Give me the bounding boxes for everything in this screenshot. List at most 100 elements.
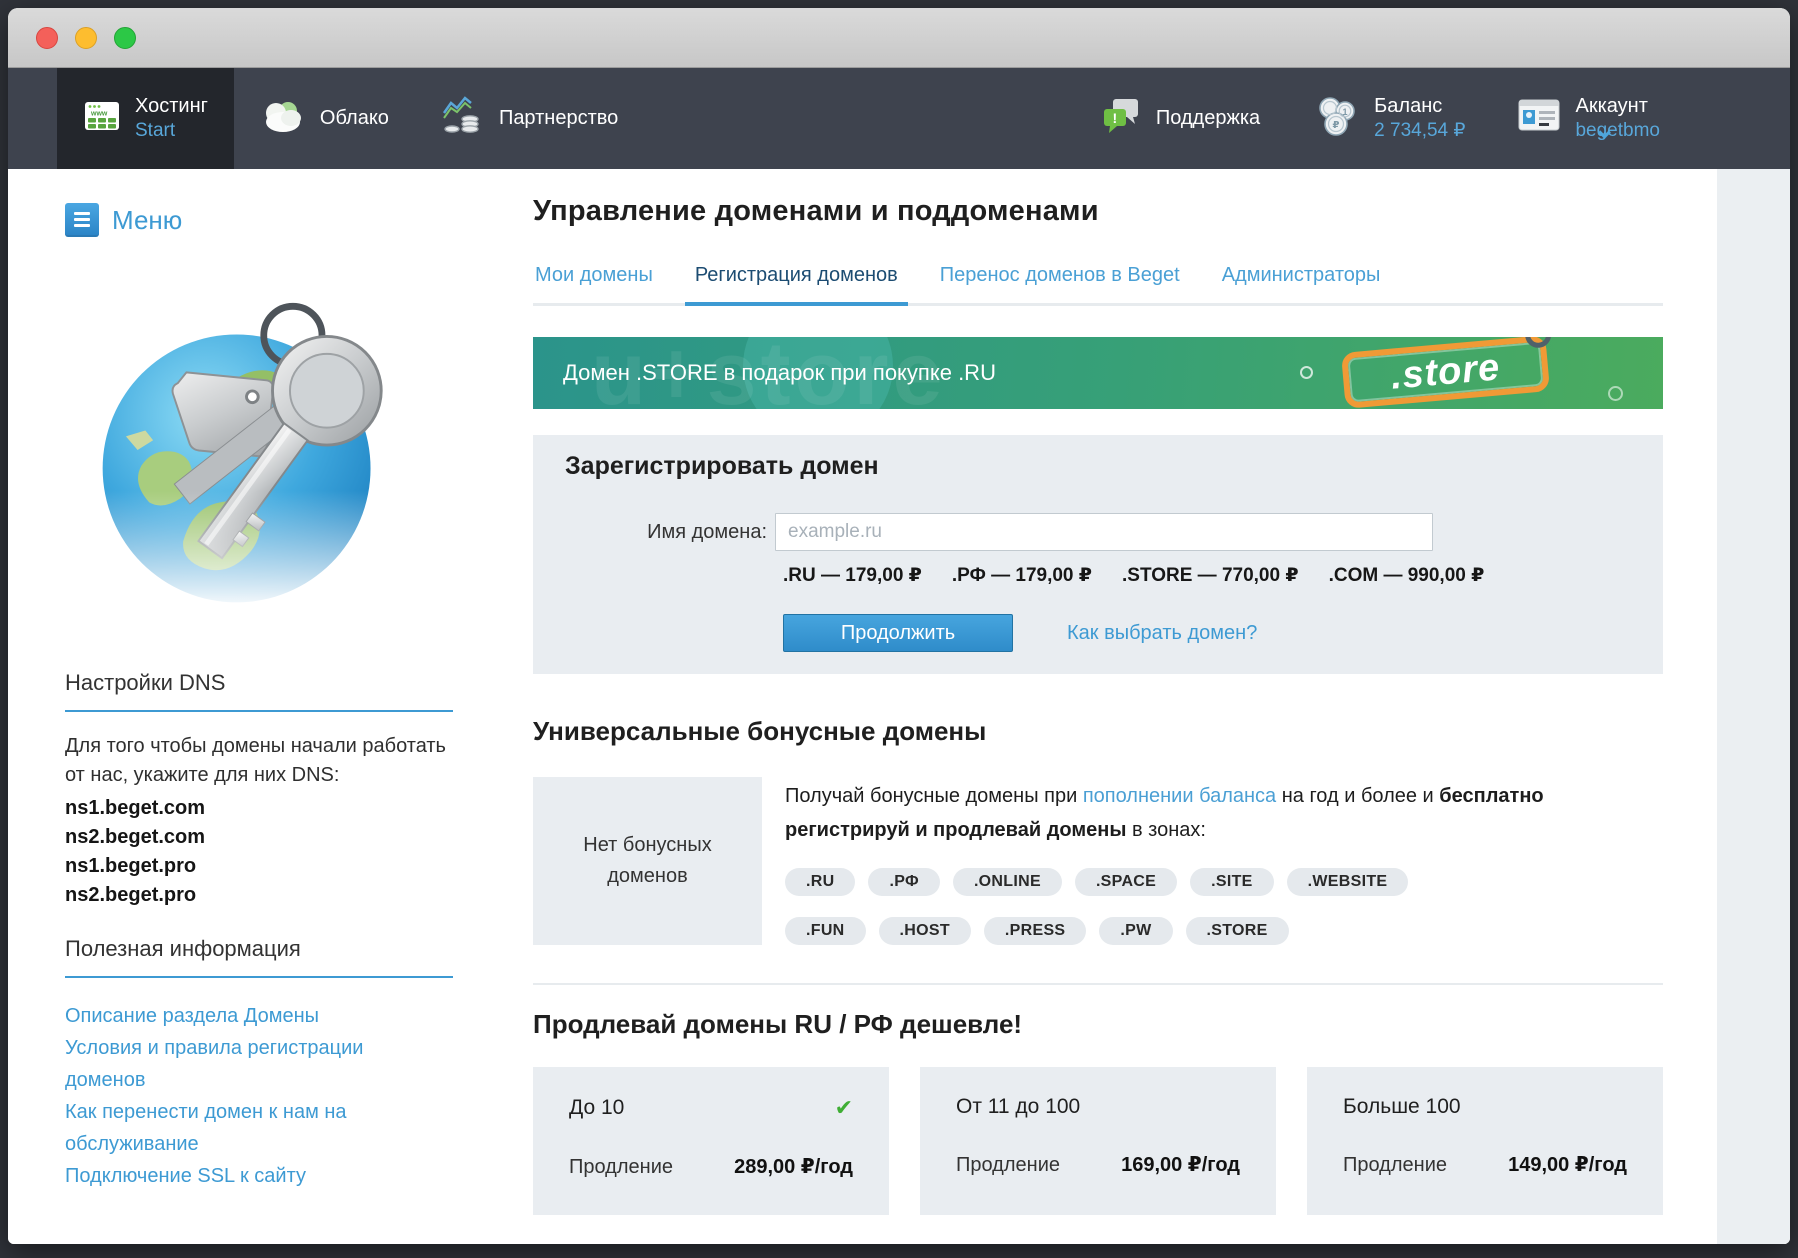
zone-pill: .РФ xyxy=(868,868,939,896)
dns-server-list: ns1.beget.com ns2.beget.com ns1.beget.pr… xyxy=(65,794,480,910)
link-transfer-domain[interactable]: Как перенести домен к нам на обслуживани… xyxy=(65,1096,395,1160)
price-ru: .RU — 179,00 ₽ xyxy=(783,564,922,587)
page-background-strip xyxy=(1717,169,1790,1244)
close-window-button[interactable] xyxy=(36,27,58,49)
zone-pill: .FUN xyxy=(785,917,866,945)
zone-pill: .WEBSITE xyxy=(1287,868,1409,896)
no-bonus-domains-text: Нет бонусных доменов xyxy=(561,830,734,892)
nav-hosting-plan: Start xyxy=(135,120,208,143)
renewal-range: Больше 100 xyxy=(1343,1095,1461,1119)
page-title: Управление доменами и поддоменами xyxy=(533,195,1663,228)
tag-ring-icon xyxy=(1524,337,1552,349)
bonus-description: Получай бонусные домены при пополнении б… xyxy=(785,779,1605,847)
link-ssl-connection[interactable]: Подключение SSL к сайту xyxy=(65,1160,395,1192)
bonus-domains-title: Универсальные бонусные домены xyxy=(533,716,1663,747)
how-to-choose-domain-link[interactable]: Как выбрать домен? xyxy=(1067,622,1257,645)
balance-topup-link[interactable]: пополнении баланса xyxy=(1083,785,1276,807)
renewal-price: 169,00 ₽/год xyxy=(1121,1152,1240,1177)
nav-partnership-label: Партнерство xyxy=(499,107,618,130)
banner-text: Домен .STORE в подарок при покупке .RU xyxy=(563,360,996,386)
domain-price-list: .RU — 179,00 ₽ .РФ — 179,00 ₽ .STORE — 7… xyxy=(783,564,1663,587)
nav-support-label: Поддержка xyxy=(1156,107,1260,130)
tabs: Мои домены Регистрация доменов Перенос д… xyxy=(533,264,1663,306)
titlebar xyxy=(8,8,1790,68)
useful-info-links: Описание раздела Домены Условия и правил… xyxy=(65,1000,395,1192)
dns-server: ns1.beget.pro xyxy=(65,852,480,881)
hamburger-icon xyxy=(65,203,99,237)
nav-cloud-label: Облако xyxy=(320,107,389,130)
renewal-range: От 11 до 100 xyxy=(956,1095,1080,1119)
support-icon: ! xyxy=(1100,95,1142,143)
zone-pill: .HOST xyxy=(879,917,971,945)
banner-circle-decor xyxy=(1300,366,1313,379)
continue-button[interactable]: Продолжить xyxy=(783,614,1013,652)
link-registration-rules[interactable]: Условия и правила регистрации доменов xyxy=(65,1032,395,1096)
renewal-price: 149,00 ₽/год xyxy=(1508,1152,1627,1177)
renewal-card-up-to-10: До 10 ✔ Продление 289,00 ₽/год xyxy=(533,1067,889,1215)
link-domains-overview[interactable]: Описание раздела Домены xyxy=(65,1000,395,1032)
price-rf: .РФ — 179,00 ₽ xyxy=(952,564,1092,587)
section-divider xyxy=(533,983,1663,985)
svg-text:1: 1 xyxy=(1343,107,1348,117)
account-username: begetbmo xyxy=(1575,120,1660,143)
register-domain-panel: Зарегистрировать домен Имя домена: .RU —… xyxy=(533,435,1663,674)
dns-settings-title: Настройки DNS xyxy=(65,670,480,696)
zone-pill: .STORE xyxy=(1186,917,1289,945)
renewal-title: Продлевай домены RU / РФ дешевле! xyxy=(533,1009,1663,1040)
nav-item-account[interactable]: Аккаунт begetbmo xyxy=(1517,94,1660,143)
partnership-icon xyxy=(441,95,485,143)
hosting-icon: www xyxy=(83,97,121,141)
price-com: .COM — 990,00 ₽ xyxy=(1329,564,1485,587)
nav-item-support[interactable]: ! Поддержка xyxy=(1100,95,1260,143)
bonus-domains-section: Нет бонусных доменов Получай бонусные до… xyxy=(533,777,1663,945)
tab-my-domains[interactable]: Мои домены xyxy=(533,264,655,303)
navbar-left: www Хостинг Start xyxy=(57,68,644,169)
dns-server: ns2.beget.pro xyxy=(65,881,480,910)
nav-item-partnership[interactable]: Партнерство xyxy=(415,68,644,169)
content-area: Меню xyxy=(8,169,1790,1244)
dns-title-underline xyxy=(65,710,453,712)
balance-icon: 1 ₽ xyxy=(1312,94,1360,144)
minimize-window-button[interactable] xyxy=(75,27,97,49)
banner-circle-decor xyxy=(1608,386,1623,401)
nav-item-balance[interactable]: 1 ₽ Баланс 2 734,54 ₽ xyxy=(1312,94,1465,144)
zoom-window-button[interactable] xyxy=(114,27,136,49)
dns-description: Для того чтобы домены начали работать от… xyxy=(65,732,463,790)
nav-balance-label: Баланс xyxy=(1374,94,1465,118)
bonus-text-part: в зонах: xyxy=(1126,819,1206,841)
domain-name-label: Имя домена: xyxy=(565,521,775,544)
svg-text:!: ! xyxy=(1112,110,1117,126)
store-tag-label: .store xyxy=(1389,346,1502,398)
tab-administrators[interactable]: Администраторы xyxy=(1220,264,1383,303)
bonus-zones-row-1: .RU .РФ .ONLINE .SPACE .SITE .WEBSITE xyxy=(785,868,1663,896)
zone-pill: .PW xyxy=(1099,917,1172,945)
nav-hosting-label: Хостинг xyxy=(135,94,208,118)
svg-text:www: www xyxy=(90,110,108,117)
renewal-label: Продление xyxy=(1343,1154,1447,1177)
bonus-text-part: Получай бонусные домены при xyxy=(785,785,1083,807)
top-navbar: www Хостинг Start xyxy=(8,68,1790,169)
register-domain-title: Зарегистрировать домен xyxy=(565,452,1663,481)
nav-item-hosting[interactable]: www Хостинг Start xyxy=(57,68,234,169)
domain-name-input[interactable] xyxy=(775,513,1433,551)
screen: www Хостинг Start xyxy=(0,0,1798,1258)
balance-amount: 2 734,54 ₽ xyxy=(1374,120,1465,143)
promo-banner[interactable]: u+store Домен .STORE в подарок при покуп… xyxy=(533,337,1663,409)
zone-pill: .PRESS xyxy=(984,917,1087,945)
store-tag: .store xyxy=(1341,337,1550,409)
zone-pill: .RU xyxy=(785,868,855,896)
bonus-zones-row-2: .FUN .HOST .PRESS .PW .STORE xyxy=(785,917,1663,945)
navbar-right: ! Поддержка 1 xyxy=(1100,68,1660,169)
menu-button[interactable]: Меню xyxy=(65,203,480,237)
tab-domain-registration[interactable]: Регистрация доменов xyxy=(693,264,900,303)
renewal-price: 289,00 ₽/год xyxy=(734,1154,853,1179)
tab-domain-transfer[interactable]: Перенос доменов в Beget xyxy=(938,264,1182,303)
nav-item-cloud[interactable]: Облако xyxy=(234,68,415,169)
check-icon: ✔ xyxy=(835,1095,853,1121)
useful-info-underline xyxy=(65,976,453,978)
renewal-label: Продление xyxy=(569,1156,673,1179)
zone-pill: .SPACE xyxy=(1075,868,1177,896)
app-window: www Хостинг Start xyxy=(8,8,1790,1244)
renewal-card-11-to-100: От 11 до 100 Продление 169,00 ₽/год xyxy=(920,1067,1276,1215)
no-bonus-domains-box: Нет бонусных доменов xyxy=(533,777,762,945)
